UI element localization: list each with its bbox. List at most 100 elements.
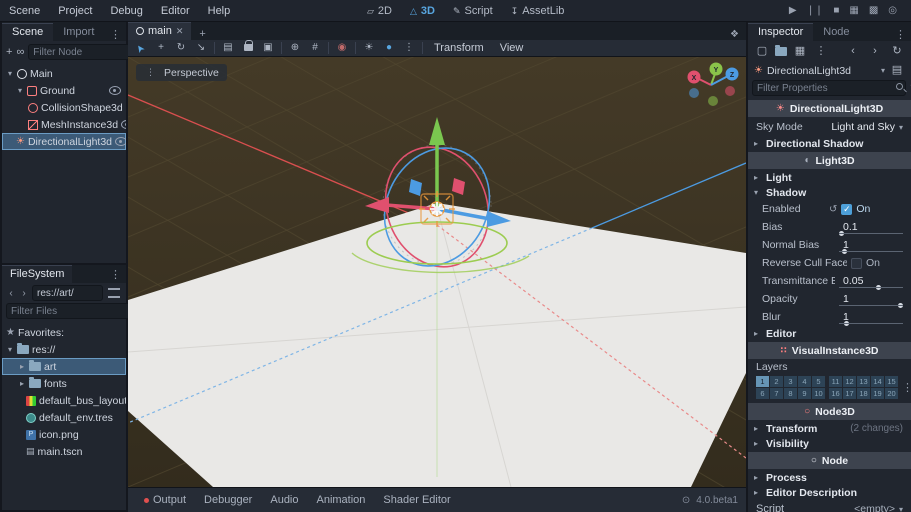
inspector-dock-menu-icon[interactable]: ⋮ (890, 28, 911, 41)
layers-menu-icon[interactable]: ⋮ (902, 381, 911, 394)
object-history-icon[interactable]: ↻ (889, 44, 905, 59)
preview-sun-icon[interactable]: ☀ (360, 40, 378, 56)
play-scene-button[interactable]: ▦ (849, 5, 858, 16)
instance-scene-button[interactable]: ∞ (16, 45, 24, 60)
layer-cell-9[interactable]: 9 (798, 388, 811, 399)
scale-tool-icon[interactable]: ↘ (192, 40, 210, 56)
debugger-button[interactable]: Debugger (196, 494, 260, 506)
visibility-eye-icon[interactable] (115, 137, 126, 146)
layer-cell-2[interactable]: 2 (770, 376, 783, 387)
forward-icon[interactable]: › (19, 288, 29, 299)
section-transform[interactable]: ▸ Transform (2 changes) (748, 421, 911, 436)
fs-row-fonts[interactable]: ▸ fonts (2, 375, 126, 392)
section-shadow[interactable]: ▾ Shadow (748, 185, 911, 200)
add-node-button[interactable]: + (6, 45, 12, 60)
section-directional-shadow[interactable]: ▸ Directional Shadow (748, 136, 911, 151)
filter-properties-input[interactable] (752, 80, 906, 96)
visibility-eye-icon[interactable] (109, 86, 121, 95)
layer-cell-11[interactable]: 11 (829, 376, 842, 387)
toolbar-menu-icon[interactable]: ⋮ (400, 40, 418, 56)
local-space-icon[interactable]: ⊕ (286, 40, 304, 56)
chevron-down-icon[interactable]: ▾ (881, 66, 885, 75)
edited-object-name[interactable]: DirectionalLight3d (767, 65, 877, 77)
menu-scene[interactable]: Scene (0, 0, 49, 22)
layer-cell-1[interactable]: 1 (756, 376, 769, 387)
open-docs-icon[interactable]: ▤ (889, 63, 905, 78)
slider-grabber[interactable] (876, 285, 881, 290)
history-back-icon[interactable]: ‹ (845, 44, 861, 59)
play-custom-scene-button[interactable]: ▩ (869, 5, 878, 16)
fs-row-bus-layout[interactable]: default_bus_layout.tres (2, 392, 126, 409)
notification-bell-icon[interactable]: ⊙ (682, 495, 690, 506)
section-editor[interactable]: ▸ Editor (748, 326, 911, 341)
viewport-3d[interactable]: X Y Z ⋮ Perspective (128, 57, 746, 487)
rotate-tool-icon[interactable]: ↻ (172, 40, 190, 56)
scene-dock-menu-icon[interactable]: ⋮ (105, 28, 126, 41)
layer-cell-19[interactable]: 19 (871, 388, 884, 399)
preview-environment-icon[interactable]: ● (380, 40, 398, 56)
collapse-icon[interactable]: ▾ (6, 69, 14, 78)
layer-cell-20[interactable]: 20 (885, 388, 898, 399)
output-button[interactable]: Output (136, 494, 194, 506)
tree-row-ground[interactable]: ▾ Ground (2, 82, 126, 99)
layer-cell-5[interactable]: 5 (812, 376, 825, 387)
workspace-script[interactable]: ✎ Script (444, 5, 502, 17)
close-icon[interactable]: ✕ (176, 26, 184, 37)
play-button[interactable]: ▶ (789, 5, 797, 16)
layer-cell-14[interactable]: 14 (871, 376, 884, 387)
layer-cell-18[interactable]: 18 (857, 388, 870, 399)
script-dropdown[interactable]: <empty> ▾ (833, 503, 903, 512)
move-tool-icon[interactable]: + (152, 40, 170, 56)
tab-inspector[interactable]: Inspector (748, 23, 813, 41)
transmittance-bias-spin-slider[interactable]: 0.05 (839, 274, 903, 288)
tree-row-meshinstance[interactable]: MeshInstance3d (2, 116, 126, 133)
workspace-2d[interactable]: ▱ 2D (358, 5, 401, 17)
fs-row-icon-png[interactable]: P icon.png (2, 426, 126, 443)
slider-grabber[interactable] (844, 321, 849, 326)
checkbox-unchecked[interactable] (851, 258, 862, 269)
view-menu[interactable]: View (493, 42, 531, 54)
blur-spin-slider[interactable]: 1 (839, 310, 903, 324)
filesystem-menu-icon[interactable]: ⋮ (105, 268, 126, 281)
split-mode-icon[interactable] (108, 288, 120, 298)
group-icon[interactable]: ▣ (259, 40, 277, 56)
layer-cell-6[interactable]: 6 (756, 388, 769, 399)
checkbox-checked[interactable]: ✓ (841, 204, 852, 215)
snap-icon[interactable]: # (306, 40, 324, 56)
menu-debug[interactable]: Debug (101, 0, 151, 22)
bias-spin-slider[interactable]: 0.1 (839, 220, 903, 234)
workspace-assetlib[interactable]: ↧ AssetLib (502, 5, 574, 17)
tab-node[interactable]: Node (813, 24, 859, 41)
back-icon[interactable]: ‹ (6, 288, 16, 299)
layer-cell-12[interactable]: 12 (843, 376, 856, 387)
tree-row-directionallight[interactable]: ☀ DirectionalLight3d (2, 133, 126, 150)
section-light[interactable]: ▸ Light (748, 170, 911, 185)
layer-cell-13[interactable]: 13 (857, 376, 870, 387)
filesystem-title[interactable]: FileSystem (2, 265, 72, 283)
normal-bias-spin-slider[interactable]: 1 (839, 238, 903, 252)
history-forward-icon[interactable]: › (867, 44, 883, 59)
layer-cell-8[interactable]: 8 (784, 388, 797, 399)
collapse-icon[interactable]: ▾ (6, 345, 14, 354)
expand-icon[interactable]: ▸ (18, 362, 26, 371)
perspective-button[interactable]: ⋮ Perspective (136, 64, 227, 81)
layer-cell-17[interactable]: 17 (843, 388, 856, 399)
movie-maker-button[interactable]: ◎ (888, 5, 897, 16)
opacity-spin-slider[interactable]: 1 (839, 292, 903, 306)
load-resource-icon[interactable] (775, 47, 787, 56)
new-scene-tab-button[interactable]: + (191, 28, 213, 40)
layer-cell-10[interactable]: 10 (812, 388, 825, 399)
lock-icon[interactable] (239, 40, 257, 57)
transform-menu[interactable]: Transform (427, 42, 491, 54)
resource-menu-icon[interactable]: ⋮ (813, 44, 829, 59)
menu-editor[interactable]: Editor (152, 0, 199, 22)
layer-cell-15[interactable]: 15 (885, 376, 898, 387)
list-select-icon[interactable]: ▤ (219, 40, 237, 56)
shader-editor-button[interactable]: Shader Editor (375, 494, 458, 506)
layer-cell-16[interactable]: 16 (829, 388, 842, 399)
menu-project[interactable]: Project (49, 0, 101, 22)
scene-tab-main[interactable]: main ✕ (128, 22, 191, 40)
tab-import[interactable]: Import (53, 24, 104, 41)
section-process[interactable]: ▸ Process (748, 470, 911, 485)
fs-row-art[interactable]: ▸ art (2, 358, 126, 375)
